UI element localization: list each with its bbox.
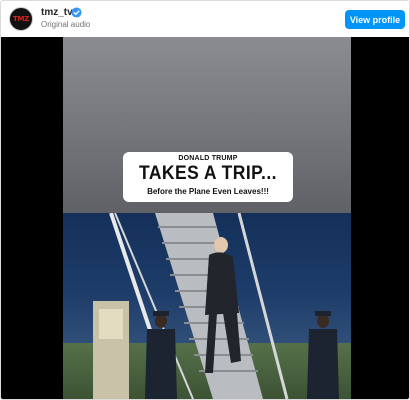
caption-line-1: DONALD TRUMP — [178, 155, 238, 162]
reel-frame: DONALD TRUMP TAKES A TRIP... Before the … — [63, 37, 351, 399]
view-profile-button[interactable]: View profile — [345, 10, 405, 29]
caption-overlay: DONALD TRUMP TAKES A TRIP... Before the … — [123, 152, 293, 202]
avatar[interactable]: TMZ — [9, 7, 33, 31]
video-player[interactable]: DONALD TRUMP TAKES A TRIP... Before the … — [1, 37, 409, 399]
boarding-stairs-illustration — [93, 213, 339, 399]
audio-label[interactable]: Original audio — [41, 20, 90, 29]
verified-badge-icon — [71, 7, 82, 18]
post-header: TMZ tmz_tv Original audio View profile — [1, 1, 409, 37]
caption-line-2: TAKES A TRIP... — [138, 163, 278, 184]
username[interactable]: tmz_tv — [41, 7, 73, 18]
video-scene — [63, 213, 351, 399]
avatar-logo: TMZ — [13, 15, 29, 23]
post-card: TMZ tmz_tv Original audio View profile D… — [0, 0, 410, 400]
caption-line-3: Before the Plane Even Leaves!!! — [147, 187, 269, 196]
